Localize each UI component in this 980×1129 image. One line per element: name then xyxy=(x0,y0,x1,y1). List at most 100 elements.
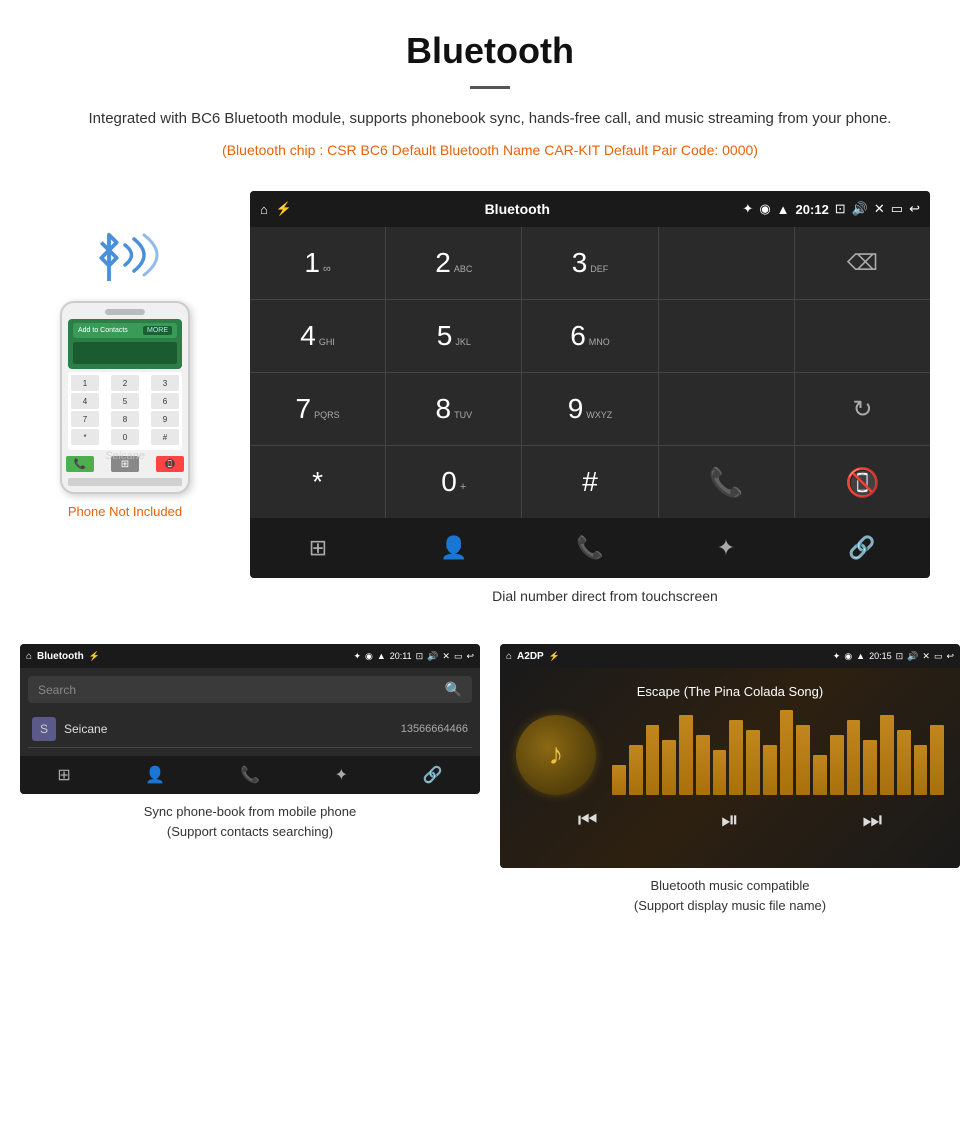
phone-call-red-btn[interactable]: 📵 xyxy=(156,456,184,472)
phone-speaker xyxy=(105,309,145,315)
dial-key-1[interactable]: 1 ∞ xyxy=(250,227,385,299)
music-viz-bar-0 xyxy=(612,765,626,795)
music-back-icon[interactable]: ↩ xyxy=(946,651,954,662)
dial-grid: 1 ∞ 2 ABC 3 xyxy=(250,227,930,518)
nav-bluetooth[interactable]: ✦ xyxy=(658,526,794,570)
phone-call-green-btn[interactable]: 📞 xyxy=(66,456,94,472)
dialpad-screen-title: Bluetooth xyxy=(292,201,742,217)
dial-key-2[interactable]: 2 ABC xyxy=(386,227,521,299)
dial-key-0[interactable]: 0 + xyxy=(386,446,521,518)
music-viz-bar-12 xyxy=(813,755,827,795)
volume-icon[interactable]: 🔊 xyxy=(852,201,868,217)
pb-nav-phone[interactable]: 📞 xyxy=(232,761,268,789)
pb-back-icon[interactable]: ↩ xyxy=(466,651,474,662)
dial-key-5[interactable]: 5 JKL xyxy=(386,300,521,372)
key-2[interactable]: 2 xyxy=(111,375,139,391)
pb-nav: ⊞ 👤 📞 ✦ 🔗 xyxy=(20,756,480,794)
nav-link[interactable]: 🔗 xyxy=(794,526,930,570)
music-sig-icon: ▲ xyxy=(856,651,865,661)
music-status-bar: ⌂ A2DP ⚡ ✦ ◉ ▲ 20:15 ⊡ 🔊 ✕ ▭ ↩ xyxy=(500,644,960,668)
key-7[interactable]: 7 xyxy=(71,411,99,427)
dial-key-6[interactable]: 6 MNO xyxy=(522,300,657,372)
music-status-left: ⌂ A2DP ⚡ xyxy=(506,651,560,662)
music-controls: ⏮ ⏯ ⏭ xyxy=(516,795,944,837)
nav-contacts[interactable]: 👤 xyxy=(386,526,522,570)
car-screen-area: ⌂ ⚡ Bluetooth ✦ ◉ ▲ 20:12 ⊡ 🔊 ✕ ▭ ↩ xyxy=(250,191,960,624)
dial-refresh[interactable]: ↻ xyxy=(795,373,930,445)
close-icon[interactable]: ✕ xyxy=(874,201,885,217)
phonebook-block: ⌂ Bluetooth ⚡ ✦ ◉ ▲ 20:11 ⊡ 🔊 ✕ ▭ ↩ xyxy=(20,644,480,915)
pb-time: 20:11 xyxy=(390,651,412,661)
dial-backspace[interactable]: ⌫ xyxy=(795,227,930,299)
key-4[interactable]: 4 xyxy=(71,393,99,409)
pb-vol-icon[interactable]: 🔊 xyxy=(427,651,438,662)
dial-key-7[interactable]: 7 PQRS xyxy=(250,373,385,445)
dial-key-9[interactable]: 9 WXYZ xyxy=(522,373,657,445)
dial-key-4[interactable]: 4 GHI xyxy=(250,300,385,372)
music-viz-bar-1 xyxy=(629,745,643,795)
pb-nav-bt[interactable]: ✦ xyxy=(327,761,356,789)
pb-contact-number: 13566664466 xyxy=(401,723,468,735)
play-pause-btn[interactable]: ⏯ xyxy=(721,807,739,833)
page-header: Bluetooth Integrated with BC6 Bluetooth … xyxy=(0,0,980,181)
music-time: 20:15 xyxy=(869,651,892,661)
key-3[interactable]: 3 xyxy=(151,375,179,391)
dial-key-hash[interactable]: # xyxy=(522,446,657,518)
nav-phone[interactable]: 📞 xyxy=(522,526,658,570)
next-track-btn[interactable]: ⏭ xyxy=(862,807,882,833)
dial-call-green[interactable]: 📞 xyxy=(659,446,794,518)
prev-track-btn[interactable]: ⏮ xyxy=(578,807,598,833)
key-9[interactable]: 9 xyxy=(151,411,179,427)
window-icon[interactable]: ▭ xyxy=(891,201,903,217)
dial-key-3[interactable]: 3 DEF xyxy=(522,227,657,299)
music-visualizer xyxy=(612,715,944,795)
key-hash[interactable]: # xyxy=(151,429,179,445)
phone-screen-more: MORE xyxy=(143,326,172,335)
pb-contact-row[interactable]: S Seicane 13566664466 xyxy=(28,711,472,748)
pb-contact-avatar: S xyxy=(32,717,56,741)
pb-home-icon[interactable]: ⌂ xyxy=(26,651,32,662)
pb-search-icon: 🔍 xyxy=(445,681,462,698)
camera-icon[interactable]: ⊡ xyxy=(835,201,846,217)
status-time: 20:12 xyxy=(796,202,829,217)
key-5[interactable]: 5 xyxy=(111,393,139,409)
music-body: Escape (The Pina Colada Song) ♪ ⏮ ⏯ ⏭ xyxy=(500,668,960,868)
home-icon[interactable]: ⌂ xyxy=(260,202,268,217)
music-viz-bar-4 xyxy=(679,715,693,795)
music-home-icon[interactable]: ⌂ xyxy=(506,651,512,662)
music-vol-icon[interactable]: 🔊 xyxy=(907,651,918,662)
music-x-icon[interactable]: ✕ xyxy=(922,651,930,662)
pb-status-right: ✦ ◉ ▲ 20:11 ⊡ 🔊 ✕ ▭ ↩ xyxy=(353,651,474,662)
pb-contact-name: Seicane xyxy=(64,722,401,736)
pb-nav-person[interactable]: 👤 xyxy=(137,761,173,789)
music-cam-icon[interactable]: ⊡ xyxy=(896,651,904,662)
dial-key-star[interactable]: * xyxy=(250,446,385,518)
pb-status-bar: ⌂ Bluetooth ⚡ ✦ ◉ ▲ 20:11 ⊡ 🔊 ✕ ▭ ↩ xyxy=(20,644,480,668)
phone-keypad: 1 2 3 4 5 6 7 8 9 * 0 # xyxy=(68,372,182,450)
back-icon[interactable]: ↩ xyxy=(909,201,920,217)
music-viz-bar-10 xyxy=(780,710,794,795)
nav-dialpad[interactable]: ⊞ xyxy=(250,526,386,570)
phone-not-included-label: Phone Not Included xyxy=(68,504,182,519)
star-label: * xyxy=(312,466,323,498)
dial-caption: Dial number direct from touchscreen xyxy=(250,588,960,604)
pb-search-bar[interactable]: Search 🔍 xyxy=(28,676,472,703)
key-0[interactable]: 0 xyxy=(111,429,139,445)
pb-cam-icon[interactable]: ⊡ xyxy=(416,651,424,662)
pb-x-icon[interactable]: ✕ xyxy=(442,651,450,662)
key-1[interactable]: 1 xyxy=(71,375,99,391)
pb-nav-link[interactable]: 🔗 xyxy=(415,761,451,789)
pb-body: Search 🔍 S Seicane 13566664466 xyxy=(20,668,480,756)
dial-empty-1 xyxy=(659,227,794,299)
dial-bottom-nav: ⊞ 👤 📞 ✦ 🔗 xyxy=(250,518,930,578)
music-win-icon[interactable]: ▭ xyxy=(934,651,943,662)
hash-label: # xyxy=(582,466,598,498)
key-star[interactable]: * xyxy=(71,429,99,445)
dial-call-red[interactable]: 📵 xyxy=(795,446,930,518)
key-8[interactable]: 8 xyxy=(111,411,139,427)
key-6[interactable]: 6 xyxy=(151,393,179,409)
phone-mockup: Add to Contacts MORE 1 2 3 4 5 6 xyxy=(60,301,190,494)
dial-key-8[interactable]: 8 TUV xyxy=(386,373,521,445)
pb-win-icon[interactable]: ▭ xyxy=(454,651,463,662)
pb-nav-grid[interactable]: ⊞ xyxy=(49,761,78,789)
